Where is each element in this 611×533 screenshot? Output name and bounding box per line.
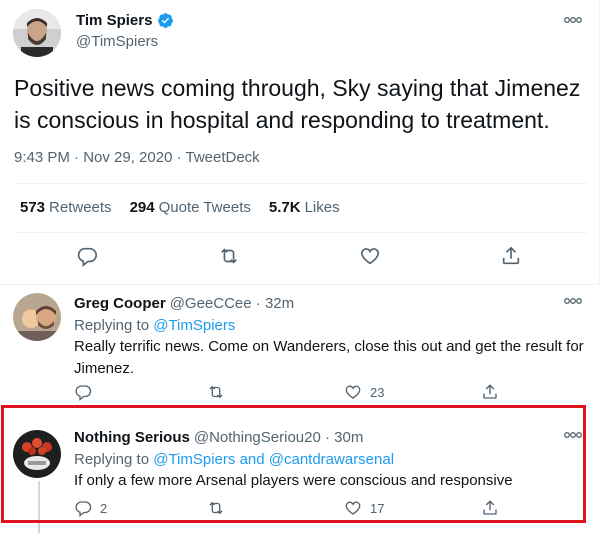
main-tweet: Tim Spiers @TimSpiers Positive news comi… xyxy=(0,0,600,285)
reply-handle-time[interactable]: @GeeCCee · 32m xyxy=(170,295,294,312)
main-tweet-actions xyxy=(0,245,600,269)
author-name[interactable]: Tim Spiers xyxy=(76,12,152,29)
reply-text: Really terrific news. Come on Wanderers,… xyxy=(74,338,584,377)
retweet-icon xyxy=(209,385,223,399)
divider xyxy=(14,183,588,184)
reply-actions: 23 xyxy=(0,383,600,407)
share-button[interactable] xyxy=(481,383,499,401)
share-icon xyxy=(502,246,520,265)
reply-button[interactable] xyxy=(74,383,100,401)
reply-tweet[interactable]: Greg Cooper @GeeCCee · 32m Replying to @T… xyxy=(0,285,600,409)
more-options-icon[interactable] xyxy=(563,14,583,26)
tweet-stats: 573 Retweets 294 Quote Tweets 5.7K Likes xyxy=(20,199,340,216)
tweet-meta[interactable]: 9:43 PM · Nov 29, 2020 · TweetDeck xyxy=(14,149,260,166)
share-icon xyxy=(483,384,497,399)
replying-to: Replying to @TimSpiers xyxy=(74,317,236,334)
like-count: 23 xyxy=(370,384,385,400)
author-avatar[interactable] xyxy=(13,9,61,57)
divider xyxy=(14,232,588,233)
like-button[interactable] xyxy=(359,245,381,267)
more-options-icon[interactable] xyxy=(563,295,583,307)
reply-author-name[interactable]: Greg Cooper xyxy=(74,295,166,312)
author-name-row: Tim Spiers xyxy=(76,12,174,29)
verified-badge-icon xyxy=(158,13,174,28)
tweet-text: Positive news coming through, Sky saying… xyxy=(14,75,581,133)
share-button[interactable] xyxy=(500,245,522,267)
heart-icon xyxy=(345,385,361,399)
retweet-button[interactable] xyxy=(207,383,233,401)
heart-icon xyxy=(360,248,380,265)
author-handle[interactable]: @TimSpiers xyxy=(76,33,158,50)
reply-header: Greg Cooper @GeeCCee · 32m xyxy=(74,295,294,312)
retweets-stat[interactable]: 573 Retweets xyxy=(20,199,112,216)
reply-icon xyxy=(77,247,97,267)
reply-button[interactable] xyxy=(76,245,98,267)
highlight-box xyxy=(1,405,586,523)
retweet-icon xyxy=(221,248,237,264)
retweet-button[interactable] xyxy=(218,245,240,267)
replying-to-link[interactable]: @TimSpiers xyxy=(153,317,235,334)
likes-stat[interactable]: 5.7K Likes xyxy=(269,199,340,216)
quote-tweets-stat[interactable]: 294 Quote Tweets xyxy=(130,199,251,216)
like-button[interactable]: 23 xyxy=(344,383,384,401)
reply-icon xyxy=(75,385,92,401)
reply-avatar[interactable] xyxy=(13,293,61,341)
